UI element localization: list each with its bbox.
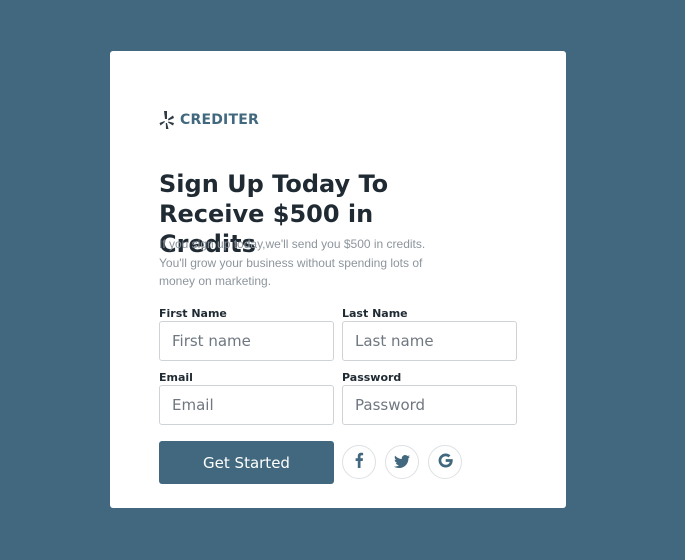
password-label: Password <box>342 371 402 384</box>
last-name-field[interactable] <box>342 321 517 361</box>
email-label: Email <box>159 371 193 384</box>
facebook-button[interactable] <box>342 445 376 479</box>
subtitle-line-2: You'll grow your business without spendi… <box>159 255 423 270</box>
page-title-line-1: Sign Up Today To <box>159 170 389 198</box>
first-name-label: First Name <box>159 307 227 320</box>
last-name-label: Last Name <box>342 307 408 320</box>
password-field[interactable] <box>342 385 517 425</box>
brand-logo[interactable]: CREDITER <box>159 110 259 130</box>
twitter-button[interactable] <box>385 445 419 479</box>
facebook-icon <box>354 452 364 472</box>
twitter-icon <box>394 453 410 472</box>
google-icon <box>438 452 453 472</box>
yelp-burst-icon <box>159 110 175 130</box>
first-name-field[interactable] <box>159 321 334 361</box>
signup-card: CREDITER Sign Up Today To Receive $500 i… <box>110 51 566 508</box>
get-started-button[interactable]: Get Started <box>159 441 334 484</box>
subtitle-line-1: If you sign up today,we'll send you $500… <box>159 237 426 251</box>
page-subtitle: If you sign up today,we'll send you $500… <box>159 235 444 291</box>
brand-name: CREDITER <box>180 112 259 128</box>
google-button[interactable] <box>428 445 462 479</box>
email-field[interactable] <box>159 385 334 425</box>
subtitle-line-3: money on marketing. <box>159 274 272 288</box>
